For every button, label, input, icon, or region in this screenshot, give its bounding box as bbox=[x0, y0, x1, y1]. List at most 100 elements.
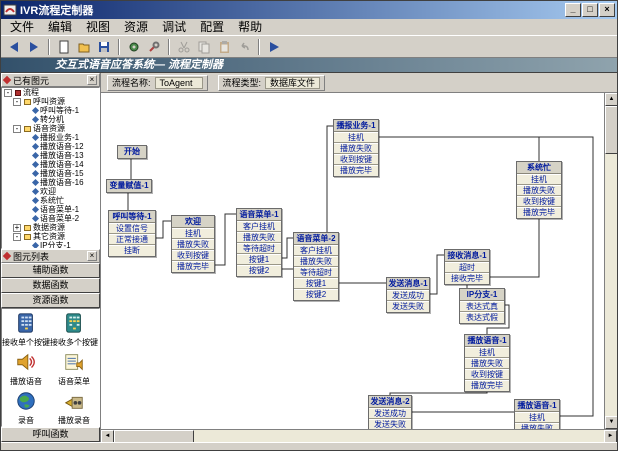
config-button[interactable] bbox=[144, 38, 164, 56]
node-port[interactable]: 发送成功 bbox=[369, 408, 411, 419]
close-button[interactable]: × bbox=[599, 3, 615, 17]
flow-node-sysbusy[interactable]: 系统忙挂机播放失败收到按键播放完毕 bbox=[516, 161, 562, 219]
scroll-down-button[interactable]: ▼ bbox=[605, 416, 617, 429]
node-port[interactable]: 按键2 bbox=[237, 265, 281, 276]
scroll-up-button[interactable]: ▲ bbox=[605, 93, 617, 106]
menu-item-5[interactable]: 配置 bbox=[193, 20, 231, 35]
node-port[interactable]: 发送成功 bbox=[387, 290, 429, 301]
copy-button[interactable] bbox=[194, 38, 214, 56]
node-port[interactable]: 客户挂机 bbox=[294, 245, 338, 256]
node-port[interactable]: 播放完毕 bbox=[465, 380, 509, 391]
node-port[interactable]: 播放失败 bbox=[517, 185, 561, 196]
palette-item-1[interactable]: 接收多个按键 bbox=[50, 312, 98, 351]
scroll-left-button[interactable]: ◄ bbox=[101, 430, 114, 442]
node-port[interactable]: 收到按键 bbox=[334, 154, 378, 165]
palette-item-0[interactable]: 接收单个按键 bbox=[2, 312, 50, 351]
flow-name-value[interactable]: ToAgent bbox=[155, 77, 203, 89]
menu-item-3[interactable]: 资源 bbox=[117, 20, 155, 35]
node-port[interactable]: 等待超时 bbox=[237, 243, 281, 254]
vertical-scrollbar[interactable]: ▲ ▼ bbox=[604, 93, 617, 429]
node-port[interactable]: 接收完毕 bbox=[445, 273, 489, 284]
horizontal-scrollbar[interactable]: ◄ ► bbox=[101, 429, 617, 442]
node-port[interactable]: 播放完毕 bbox=[334, 165, 378, 176]
node-port[interactable]: 客户挂机 bbox=[237, 221, 281, 232]
menu-item-0[interactable]: 文件 bbox=[3, 20, 41, 35]
cut-button[interactable] bbox=[174, 38, 194, 56]
tree-expander-icon[interactable]: - bbox=[13, 98, 21, 106]
save-button[interactable] bbox=[94, 38, 114, 56]
flow-node-welcome[interactable]: 欢迎挂机播放失败收到按键播放完毕 bbox=[171, 215, 215, 273]
run-button[interactable] bbox=[264, 38, 284, 56]
existing-panel-close-button[interactable]: × bbox=[87, 75, 97, 85]
horizontal-scroll-thumb[interactable] bbox=[114, 430, 194, 442]
flow-node-ipbranch1[interactable]: IP分支-1表达式真表达式假 bbox=[459, 288, 505, 324]
undo-button[interactable] bbox=[234, 38, 254, 56]
palette-item-4[interactable]: 录音 bbox=[2, 390, 50, 427]
node-port[interactable]: 播放失败 bbox=[172, 239, 214, 250]
flow-node-assign1[interactable]: 变量赋值-1 bbox=[106, 179, 152, 193]
menu-item-6[interactable]: 帮助 bbox=[231, 20, 269, 35]
node-port[interactable]: 收到按键 bbox=[172, 250, 214, 261]
node-port[interactable]: 播放失败 bbox=[237, 232, 281, 243]
flow-diagram[interactable]: 开始变量赋值-1 呼叫等待-1设置信号正常接通挂断欢迎挂机播放失败收到按键播放完毕… bbox=[101, 93, 604, 429]
node-port[interactable]: 播放失败 bbox=[465, 358, 509, 369]
palette-panel-close-button[interactable]: × bbox=[87, 251, 97, 261]
flow-node-sendmsg1[interactable]: 发送消息-1发送成功发送失败 bbox=[386, 277, 430, 313]
flow-type-value[interactable]: 数据库文件 bbox=[265, 77, 320, 89]
tree-expander-icon[interactable]: - bbox=[13, 125, 21, 133]
node-port[interactable]: 等待超时 bbox=[294, 267, 338, 278]
category-call-functions[interactable]: 呼叫函数 bbox=[1, 427, 100, 442]
node-port[interactable]: 挂机 bbox=[172, 228, 214, 239]
flow-node-playvoice2[interactable]: 播放语音-1挂机播放失败收到按键播放完毕 bbox=[514, 399, 560, 429]
back-button[interactable] bbox=[4, 38, 24, 56]
node-port[interactable]: 发送失败 bbox=[369, 419, 411, 429]
node-port[interactable]: 收到按键 bbox=[517, 196, 561, 207]
minimize-button[interactable]: _ bbox=[565, 3, 581, 17]
node-port[interactable]: 按键1 bbox=[237, 254, 281, 265]
category-button-0[interactable]: 辅助函数 bbox=[1, 263, 100, 278]
node-port[interactable]: 表达式真 bbox=[460, 301, 504, 312]
horizontal-scroll-track[interactable] bbox=[194, 430, 604, 442]
flow-node-recvmsg1[interactable]: 接收消息-1超时接收完毕 bbox=[444, 249, 490, 285]
open-button[interactable] bbox=[74, 38, 94, 56]
node-port[interactable]: 超时 bbox=[445, 262, 489, 273]
node-port[interactable]: 收到按键 bbox=[465, 369, 509, 380]
forward-button[interactable] bbox=[24, 38, 44, 56]
debug-button[interactable] bbox=[124, 38, 144, 56]
tree-expander-icon[interactable]: - bbox=[13, 233, 21, 241]
vertical-scroll-track[interactable] bbox=[605, 154, 617, 416]
scroll-right-button[interactable]: ► bbox=[604, 430, 617, 442]
maximize-button[interactable]: □ bbox=[582, 3, 598, 17]
node-port[interactable]: 播放失败 bbox=[294, 256, 338, 267]
node-port[interactable]: 按键1 bbox=[294, 278, 338, 289]
tree-item-17[interactable]: IP分支-1 bbox=[2, 241, 99, 249]
node-port[interactable]: 表达式假 bbox=[460, 312, 504, 323]
flow-node-menu2[interactable]: 语音菜单-2客户挂机播放失败等待超时按键1按键2 bbox=[293, 232, 339, 301]
node-port[interactable]: 播放完毕 bbox=[517, 207, 561, 218]
flow-node-start[interactable]: 开始 bbox=[117, 145, 147, 159]
paste-button[interactable] bbox=[214, 38, 234, 56]
palette-item-2[interactable]: 播放语音 bbox=[2, 351, 50, 390]
node-port[interactable]: 播放失败 bbox=[334, 143, 378, 154]
flow-node-broadcast1[interactable]: 播报业务-1挂机播放失败收到按键播放完毕 bbox=[333, 119, 379, 177]
node-port[interactable]: 挂机 bbox=[334, 132, 378, 143]
node-port[interactable]: 挂机 bbox=[517, 174, 561, 185]
tree-expander-icon[interactable]: + bbox=[13, 224, 21, 232]
category-button-1[interactable]: 数据函数 bbox=[1, 278, 100, 293]
node-port[interactable]: 发送失败 bbox=[387, 301, 429, 312]
palette-item-5[interactable]: 播放录音 bbox=[50, 390, 98, 427]
tree-expander-icon[interactable]: - bbox=[4, 89, 12, 97]
flow-node-callwait1[interactable]: 呼叫等待-1设置信号正常接通挂断 bbox=[108, 210, 156, 257]
menu-item-4[interactable]: 调试 bbox=[155, 20, 193, 35]
palette-item-3[interactable]: 语音菜单 bbox=[50, 351, 98, 390]
menu-item-2[interactable]: 视图 bbox=[79, 20, 117, 35]
category-button-2[interactable]: 资源函数 bbox=[1, 293, 100, 308]
new-button[interactable] bbox=[54, 38, 74, 56]
node-port[interactable]: 挂机 bbox=[515, 412, 559, 423]
flow-node-playvoice1[interactable]: 播放语音-1挂机播放失败收到按键播放完毕 bbox=[464, 334, 510, 392]
vertical-scroll-thumb[interactable] bbox=[605, 106, 617, 154]
node-port[interactable]: 正常接通 bbox=[109, 234, 155, 245]
node-port[interactable]: 设置信号 bbox=[109, 223, 155, 234]
flow-node-sendmsg2[interactable]: 发送消息-2发送成功发送失败 bbox=[368, 395, 412, 429]
node-port[interactable]: 按键2 bbox=[294, 289, 338, 300]
